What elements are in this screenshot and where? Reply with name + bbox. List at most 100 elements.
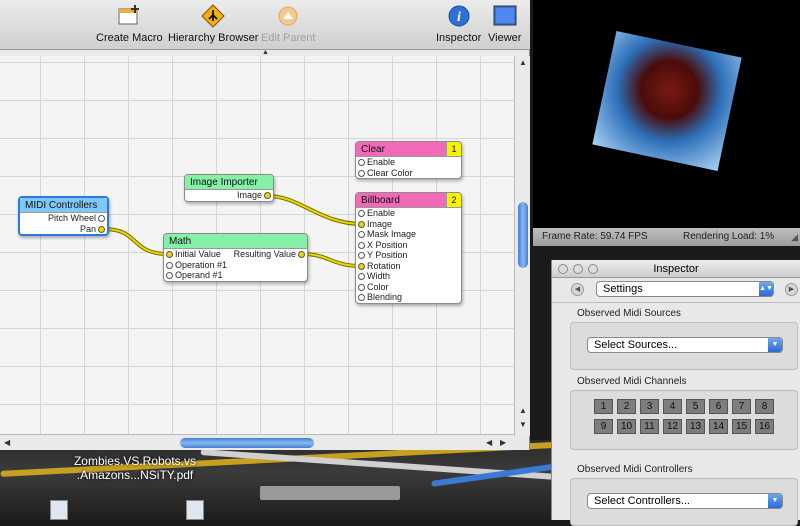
scroll-left-arrow[interactable]: ◀ xyxy=(486,438,492,447)
patch-canvas[interactable]: MIDI Controllers Pitch Wheel Pan Image I… xyxy=(0,56,514,434)
port-y-position[interactable]: Y Position xyxy=(356,250,461,261)
scroll-right-arrow[interactable]: ▶ xyxy=(500,438,506,447)
create-macro-icon xyxy=(118,5,140,25)
select-controllers-value: Select Controllers... xyxy=(594,495,690,507)
channel-toggle[interactable]: 11 xyxy=(640,419,659,434)
inspector-button[interactable]: i Inspector xyxy=(436,4,481,44)
horizontal-scroll-thumb[interactable] xyxy=(180,438,314,448)
channel-toggle[interactable]: 9 xyxy=(594,419,613,434)
port-operand-1[interactable]: Operand #1 xyxy=(164,270,236,281)
next-page-icon[interactable]: ▶ xyxy=(785,283,798,296)
channel-toggle[interactable]: 3 xyxy=(640,399,659,414)
port-color[interactable]: Color xyxy=(356,282,461,293)
patch-math[interactable]: Math Initial Value Operation #1 Operand … xyxy=(163,233,308,282)
patch-title-text: Clear xyxy=(361,144,385,155)
channel-toggle[interactable]: 14 xyxy=(709,419,728,434)
rendered-billboard-image xyxy=(592,30,742,172)
port-initial-value[interactable]: Initial Value xyxy=(164,249,236,260)
viewer-icon xyxy=(493,5,517,26)
patch-image-importer[interactable]: Image Importer Image xyxy=(184,174,274,202)
inspector-title: Inspector xyxy=(653,263,699,275)
patch-title-text: Billboard xyxy=(361,195,400,206)
observed-midi-controllers-label: Observed Midi Controllers xyxy=(577,464,693,475)
channel-toggle[interactable]: 8 xyxy=(755,399,774,414)
port-pitch-wheel[interactable]: Pitch Wheel xyxy=(20,213,107,224)
observed-midi-channels-label: Observed Midi Channels xyxy=(577,376,687,387)
port-resulting-value[interactable]: Resulting Value xyxy=(233,249,307,260)
channel-toggle[interactable]: 12 xyxy=(663,419,682,434)
viewer-window xyxy=(533,0,800,228)
channel-toggle[interactable]: 2 xyxy=(617,399,636,414)
port-rotation[interactable]: Rotation xyxy=(356,261,461,272)
port-mask-image[interactable]: Mask Image xyxy=(356,229,461,240)
desktop-file-icon[interactable] xyxy=(50,500,68,520)
channel-toggle[interactable]: 10 xyxy=(617,419,636,434)
select-controllers-popup[interactable]: Select Controllers... ▼ xyxy=(587,493,783,509)
previous-page-icon[interactable]: ◀ xyxy=(571,283,584,296)
scroll-up-arrow[interactable]: ▲ xyxy=(519,58,527,67)
port-operation-1[interactable]: Operation #1 xyxy=(164,260,236,271)
channel-toggle[interactable]: 7 xyxy=(732,399,751,414)
port-image-out[interactable]: Image xyxy=(185,190,273,201)
zoom-button[interactable] xyxy=(588,264,598,274)
scroll-up-arrow[interactable]: ▲ xyxy=(519,406,527,415)
edit-parent-button[interactable]: Edit Parent xyxy=(261,4,315,44)
desktop-file-icon[interactable] xyxy=(186,500,204,520)
patch-billboard[interactable]: Billboard 2 Enable Image Mask Image X Po… xyxy=(355,192,462,304)
channel-toggle[interactable]: 5 xyxy=(686,399,705,414)
horizontal-scrollbar[interactable]: ◀ ◀ ▶ xyxy=(0,434,514,450)
minimize-button[interactable] xyxy=(573,264,583,274)
channel-toggle[interactable]: 13 xyxy=(686,419,705,434)
inspector-mode-value: Settings xyxy=(603,283,643,295)
inspector-titlebar[interactable]: Inspector xyxy=(552,260,800,278)
desktop-file-label-line2: .Amazons...NSiTY.pdf xyxy=(76,468,194,482)
resize-grip-icon[interactable]: ◢ xyxy=(791,228,798,246)
vertical-scrollbar[interactable]: ▲ ▲ ▼ xyxy=(514,56,530,436)
port-x-position[interactable]: X Position xyxy=(356,240,461,251)
channel-toggle[interactable]: 4 xyxy=(663,399,682,414)
patch-clear[interactable]: Clear 1 Enable Clear Color xyxy=(355,141,462,179)
scroll-left-arrow[interactable]: ◀ xyxy=(4,438,10,447)
port-image-in[interactable]: Image xyxy=(356,219,461,230)
patch-title: Math xyxy=(164,234,307,249)
edit-parent-icon xyxy=(278,6,298,26)
wire-image-to-billboard xyxy=(267,194,363,226)
port-blending[interactable]: Blending xyxy=(356,292,461,303)
port-clear-color[interactable]: Clear Color xyxy=(356,168,461,179)
chevron-down-icon: ▼ xyxy=(768,494,782,508)
midi-sources-group: Select Sources... ▼ xyxy=(570,322,798,370)
scroll-down-arrow[interactable]: ▼ xyxy=(519,420,527,429)
viewer-button[interactable]: Viewer xyxy=(488,4,521,44)
desktop-file-label[interactable]: Zombies.VS.Robots.vs .Amazons...NSiTY.pd… xyxy=(70,454,200,482)
close-button[interactable] xyxy=(558,264,568,274)
inspector-window: Inspector ◀ Settings ▲▼ ▶ Observed Midi … xyxy=(551,260,800,526)
hierarchy-browser-icon xyxy=(201,4,225,28)
channel-toggle[interactable]: 16 xyxy=(755,419,774,434)
patch-title: MIDI Controllers xyxy=(20,198,107,213)
port-enable[interactable]: Enable xyxy=(356,208,461,219)
svg-text:i: i xyxy=(457,10,461,25)
create-macro-button[interactable]: Create Macro xyxy=(96,4,163,44)
wire-pan-to-initial-value-inner xyxy=(103,228,169,255)
port-enable[interactable]: Enable xyxy=(356,157,461,168)
chevron-down-icon: ▼ xyxy=(768,338,782,352)
viewer-status-bar: Frame Rate: 59.74 FPS Rendering Load: 1%… xyxy=(533,228,800,246)
viewer-label: Viewer xyxy=(488,32,522,44)
channel-toggle[interactable]: 6 xyxy=(709,399,728,414)
channel-toggle[interactable]: 1 xyxy=(594,399,613,414)
vertical-scroll-thumb[interactable] xyxy=(518,202,528,268)
midi-channels-group: 1 2 3 4 5 6 7 8 9 10 11 12 13 14 15 16 xyxy=(570,390,798,450)
patch-midi-controllers[interactable]: MIDI Controllers Pitch Wheel Pan xyxy=(18,196,109,236)
port-pan[interactable]: Pan xyxy=(20,224,107,235)
patch-title: Image Importer xyxy=(185,175,273,190)
inspector-mode-popup[interactable]: Settings ▲▼ xyxy=(596,281,774,297)
hierarchy-browser-label: Hierarchy Browser xyxy=(168,32,259,44)
select-sources-popup[interactable]: Select Sources... ▼ xyxy=(587,337,783,353)
hierarchy-browser-button[interactable]: Hierarchy Browser xyxy=(168,4,258,44)
edit-parent-label: Edit Parent xyxy=(261,32,316,44)
port-width[interactable]: Width xyxy=(356,271,461,282)
patch-layer-badge: 2 xyxy=(446,193,461,207)
select-sources-value: Select Sources... xyxy=(594,339,678,351)
channel-toggle[interactable]: 15 xyxy=(732,419,751,434)
toolbar-collapse-arrow[interactable]: ▲ xyxy=(262,49,269,56)
